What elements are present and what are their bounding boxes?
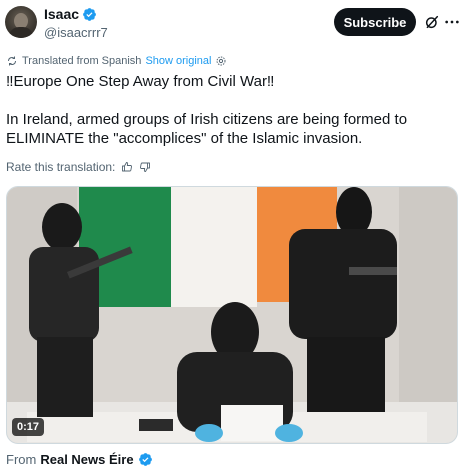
rate-translation: Rate this translation: xyxy=(6,160,151,174)
rate-translation-label: Rate this translation: xyxy=(6,160,116,174)
author-display-name[interactable]: Isaac xyxy=(44,6,79,22)
source-name-link[interactable]: Real News Éire xyxy=(40,452,133,467)
translation-notice: Translated from Spanish Show original xyxy=(6,55,227,67)
tweet-body: In Ireland, armed groups of Irish citize… xyxy=(6,111,408,147)
translation-label: Translated from Spanish xyxy=(22,55,142,67)
video-frame xyxy=(7,187,457,443)
verified-badge-icon xyxy=(138,453,152,466)
grok-icon[interactable] xyxy=(424,14,440,30)
more-horizontal-icon[interactable] xyxy=(444,14,460,30)
tweet-header: Isaac @isaacrrr7 Subscribe xyxy=(0,0,462,46)
tweet-text: ‼Europe One Step Away from Civil War‼ In… xyxy=(6,72,458,148)
video-duration: 0:17 xyxy=(12,418,45,436)
avatar-body xyxy=(9,27,33,38)
author-handle[interactable]: @isaacrrr7 xyxy=(44,25,108,40)
verified-badge-icon xyxy=(83,7,96,21)
thumbs-up-icon[interactable] xyxy=(121,161,133,173)
settings-gear-icon[interactable] xyxy=(215,55,227,67)
translate-icon xyxy=(8,56,16,66)
author-name-row[interactable]: Isaac xyxy=(44,6,97,22)
video-player[interactable] xyxy=(6,186,458,444)
user-avatar[interactable] xyxy=(5,6,37,38)
show-original-link[interactable]: Show original xyxy=(145,55,211,67)
thumbs-down-icon[interactable] xyxy=(139,161,151,173)
flag-white-stripe xyxy=(171,187,257,307)
subscribe-button[interactable]: Subscribe xyxy=(334,8,416,36)
from-label: From xyxy=(6,452,37,467)
source-attribution: From Real News Éire xyxy=(6,452,153,467)
tweet-headline: ‼Europe One Step Away from Civil War‼ xyxy=(6,73,275,90)
